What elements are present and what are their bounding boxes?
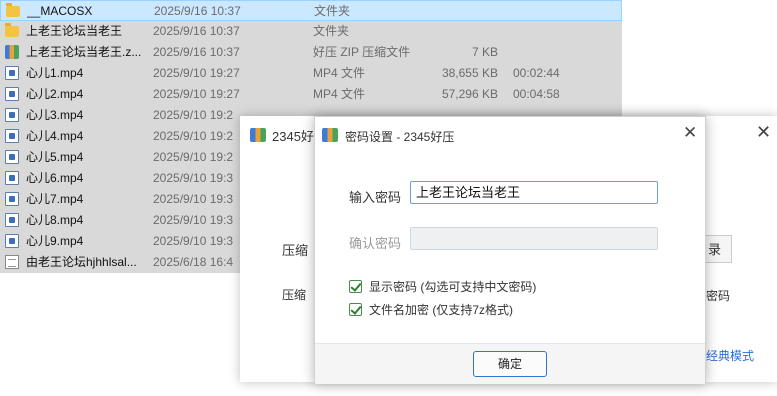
- file-name: 心儿8.mp4: [26, 213, 84, 227]
- encrypt-filenames-checkbox[interactable]: [349, 303, 362, 316]
- file-size: 57,296 KB: [441, 87, 498, 101]
- confirm-password-label: 确认密码: [349, 236, 402, 251]
- folder-icon: [5, 23, 19, 37]
- video-icon: [5, 171, 19, 185]
- compress-label: 压缩: [282, 243, 309, 258]
- file-name: 心儿5.mp4: [26, 150, 84, 164]
- file-type: 文件夹: [313, 24, 350, 38]
- file-row[interactable]: 上老王论坛当老王.z... 2025/9/16 10:37 好压 ZIP 压缩文件 7…: [0, 42, 622, 63]
- file-name: 心儿2.mp4: [26, 87, 84, 101]
- file-name: 心儿3.mp4: [26, 108, 84, 122]
- video-icon: [5, 213, 19, 227]
- text-file-icon: [5, 255, 19, 269]
- password-dialog: 密码设置 - 2345好压 ✕ 输入密码 上老王论坛当老王 确认密码 显示密码 …: [314, 116, 706, 384]
- file-type: 文件夹: [314, 4, 351, 18]
- password-text[interactable]: 密码: [706, 287, 730, 304]
- classic-mode-link[interactable]: 经典模式: [706, 347, 754, 364]
- file-row[interactable]: __MACOSX 2025/9/16 10:37 文件夹: [0, 0, 622, 21]
- video-icon: [5, 150, 19, 164]
- file-row[interactable]: 心儿1.mp4 2025/9/10 19:27 MP4 文件 38,655 KB 00:…: [0, 63, 622, 84]
- file-name: 心儿7.mp4: [26, 192, 84, 206]
- file-name: 上老王论坛当老王: [26, 24, 123, 38]
- file-name: 心儿4.mp4: [26, 129, 84, 143]
- file-date: 2025/9/10 19:27: [153, 66, 240, 80]
- file-date: 2025/9/16 10:37: [153, 45, 240, 59]
- file-row[interactable]: 心儿2.mp4 2025/9/10 19:27 MP4 文件 57,296 KB 00:…: [0, 84, 622, 105]
- haozip-logo-icon: [322, 128, 338, 142]
- file-type: MP4 文件: [313, 66, 366, 80]
- show-password-checkbox[interactable]: [349, 280, 362, 293]
- file-name: 心儿6.mp4: [26, 171, 84, 185]
- main-window-title: 2345好: [272, 129, 314, 144]
- video-icon: [5, 234, 19, 248]
- file-name: 心儿1.mp4: [26, 66, 84, 80]
- video-icon: [5, 129, 19, 143]
- file-duration: 00:02:44: [513, 66, 560, 80]
- confirm-password-input[interactable]: [410, 227, 658, 250]
- compress-label-2: 压缩: [282, 288, 307, 302]
- file-duration: 00:04:58: [513, 87, 560, 101]
- file-name: __MACOSX: [27, 4, 93, 18]
- file-size: 38,655 KB: [441, 66, 498, 80]
- file-type: MP4 文件: [313, 87, 366, 101]
- password-label: 输入密码: [349, 190, 402, 205]
- video-icon: [5, 87, 19, 101]
- file-date: 2025/9/16 10:37: [154, 4, 241, 18]
- file-name: 由老王论坛hjhhlsal...: [26, 255, 137, 269]
- zip-icon: [5, 45, 19, 59]
- show-password-label: 显示密码 (勾选可支持中文密码): [369, 280, 537, 294]
- video-icon: [5, 66, 19, 80]
- haozip-logo-icon: [250, 128, 266, 142]
- video-icon: [5, 108, 19, 122]
- file-row[interactable]: 上老王论坛当老王 2025/9/16 10:37 文件夹: [0, 21, 622, 42]
- folder-icon: [6, 3, 20, 17]
- main-window-close-icon[interactable]: ✕: [756, 122, 771, 143]
- file-date: 2025/9/16 10:37: [153, 24, 240, 38]
- browse-button[interactable]: 录: [706, 235, 732, 263]
- ok-button[interactable]: 确定: [473, 351, 547, 377]
- dialog-title: 密码设置 - 2345好压: [345, 130, 455, 144]
- encrypt-filenames-label: 文件名加密 (仅支持7z格式): [369, 303, 514, 317]
- file-date: 2025/9/10 19:27: [153, 87, 240, 101]
- video-icon: [5, 192, 19, 206]
- file-size: 7 KB: [471, 45, 498, 59]
- file-type: 好压 ZIP 压缩文件: [313, 45, 411, 59]
- file-name: 上老王论坛当老王.z...: [26, 45, 142, 59]
- password-input[interactable]: 上老王论坛当老王: [410, 181, 658, 204]
- file-name: 心儿9.mp4: [26, 234, 84, 248]
- dialog-close-icon[interactable]: ✕: [683, 123, 697, 143]
